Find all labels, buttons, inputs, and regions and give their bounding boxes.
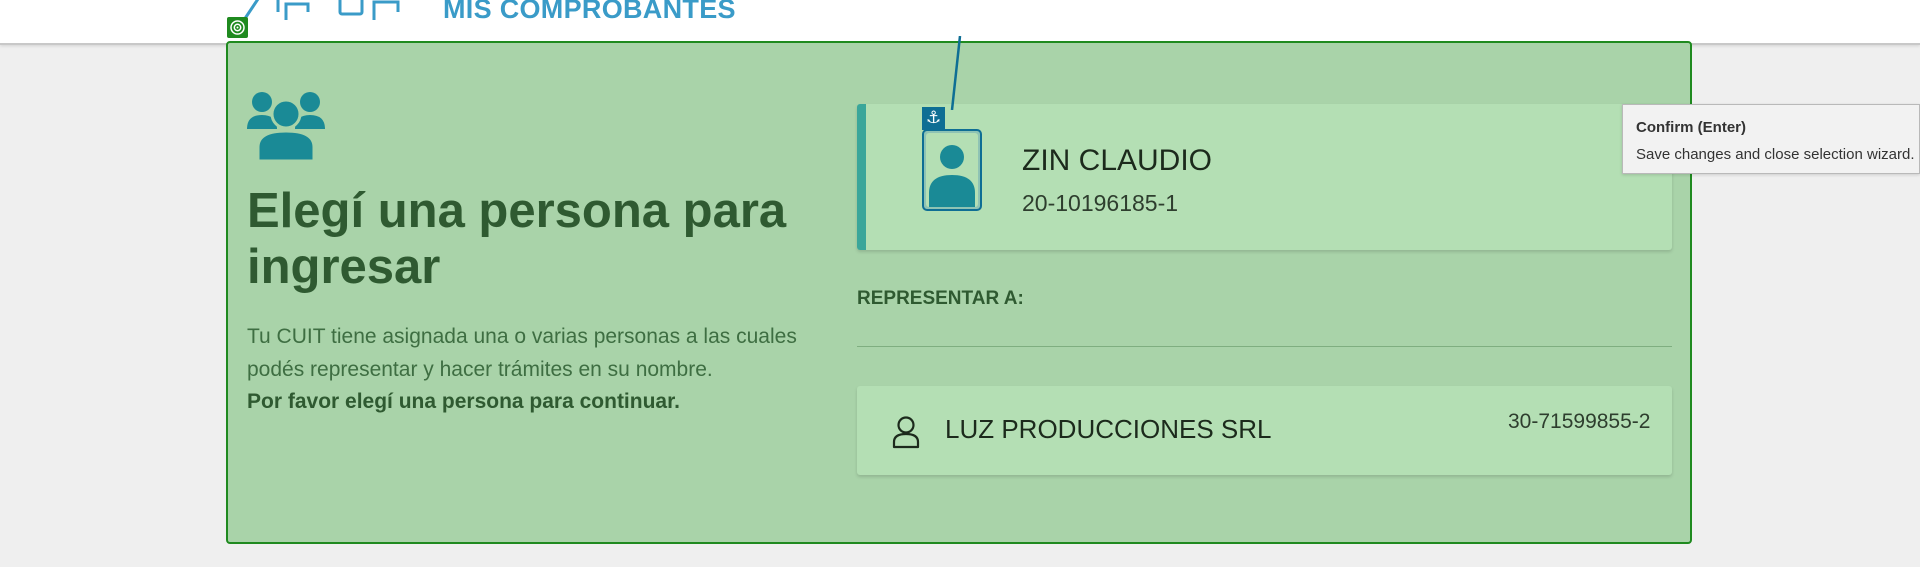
current-user-name: ZIN CLAUDIO	[1022, 144, 1213, 177]
connector-line	[950, 36, 962, 110]
card-accent-bar	[857, 104, 866, 250]
users-group-icon	[247, 92, 325, 161]
person-avatar-icon	[922, 129, 982, 211]
target-icon[interactable]	[227, 17, 248, 38]
app-title: MIS COMPROBANTES	[443, 0, 736, 24]
current-user-cuit: 20-10196185-1	[1022, 190, 1179, 216]
tooltip-text: Save changes and close selection wizard.	[1636, 146, 1915, 163]
anchor-icon[interactable]: ⚓	[922, 107, 945, 130]
represent-option-name[interactable]: LUZ PRODUCCIONES SRL	[945, 414, 1272, 445]
user-outline-icon	[892, 416, 920, 449]
tooltip-title: Confirm (Enter)	[1636, 119, 1746, 136]
description-emphasis: Por favor elegí una persona para continu…	[247, 390, 680, 413]
represent-option-cuit: 30-71599855-2	[1508, 410, 1651, 433]
afip-logo-icon	[242, 0, 400, 20]
confirm-tooltip: Confirm (Enter) Save changes and close s…	[1622, 104, 1920, 174]
represent-label: REPRESENTAR A:	[857, 288, 1024, 309]
page-heading: Elegí una persona para ingresar	[247, 184, 787, 294]
description-text: Tu CUIT tiene asignada una o varias pers…	[247, 325, 797, 381]
divider	[857, 346, 1672, 347]
